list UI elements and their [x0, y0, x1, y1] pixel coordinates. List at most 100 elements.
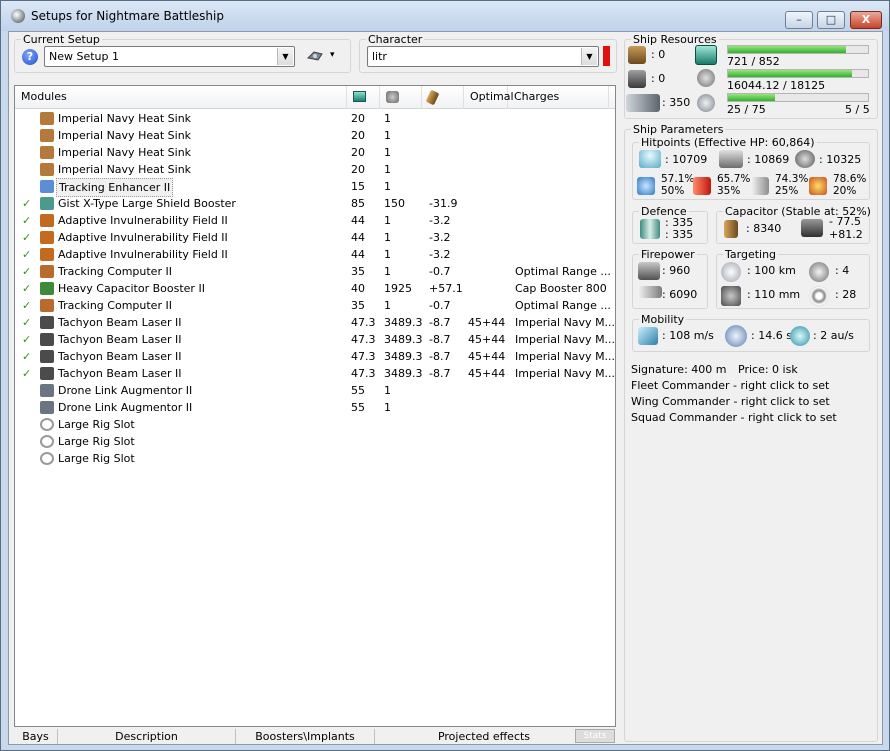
title-bar[interactable]: Setups for Nightmare Battleship – □ X — [1, 1, 889, 31]
header-powergrid[interactable] — [380, 86, 422, 109]
module-row[interactable]: Large Rig Slot — [15, 450, 615, 467]
velocity-value: : 108 m/s — [662, 329, 714, 342]
module-active-check[interactable]: ✓ — [22, 297, 31, 314]
module-row[interactable]: ✓ Heavy Capacitor Booster II 40 1925 +57.1 Ca… — [15, 280, 615, 297]
module-row[interactable]: Large Rig Slot — [15, 416, 615, 433]
drone-bandwidth-bar — [727, 93, 869, 102]
module-active-check[interactable]: ✓ — [22, 263, 31, 280]
module-row[interactable]: Large Rig Slot — [15, 433, 615, 450]
setup-select[interactable]: New Setup 1 ▼ — [44, 46, 295, 67]
module-active-check[interactable]: ✓ — [22, 314, 31, 331]
module-active-check[interactable]: ✓ — [22, 212, 31, 229]
module-active-check[interactable]: ✓ — [22, 280, 31, 297]
module-powergrid: 1 — [384, 129, 391, 142]
minimize-button[interactable]: – — [785, 11, 813, 29]
powergrid-value: 16044.12 / 18125 — [727, 79, 826, 92]
drone-menu-arrow[interactable]: ▾ — [330, 50, 335, 60]
module-row[interactable]: ✓ Tracking Computer II 35 1 -0.7 Optimal Rang… — [15, 263, 615, 280]
invulnerability-field-icon — [40, 214, 54, 227]
scan-resolution-value: : 110 mm — [747, 288, 801, 301]
wing-commander-slot[interactable]: Wing Commander - right click to set — [631, 395, 830, 408]
help-icon[interactable]: ? — [22, 49, 38, 65]
header-optimal[interactable]: Optimal — [464, 86, 514, 109]
module-row[interactable]: Tracking Enhancer II 15 1 — [15, 178, 615, 197]
tab-projected-effects[interactable]: Projected effects — [375, 729, 593, 744]
module-row[interactable]: Imperial Navy Heat Sink 20 1 — [15, 127, 615, 144]
module-row[interactable]: ✓ Adaptive Invulnerability Field II 44 1 -3.… — [15, 246, 615, 263]
rig-slot-icon — [40, 435, 54, 448]
beam-laser-icon — [40, 316, 54, 329]
header-cpu[interactable] — [347, 86, 380, 109]
character-status-indicator — [603, 46, 610, 66]
module-row[interactable]: Imperial Navy Heat Sink 20 1 — [15, 144, 615, 161]
module-row[interactable]: ✓ Tachyon Beam Laser II 47.3 3489.3 -8.7 45+4… — [15, 348, 615, 365]
close-button[interactable]: X — [850, 11, 882, 29]
invulnerability-field-icon — [40, 248, 54, 261]
volley-icon — [638, 262, 660, 280]
module-capacitor: -31.9 — [429, 197, 458, 210]
maximize-button[interactable]: □ — [817, 11, 845, 29]
cpu-value: 721 / 852 — [727, 55, 780, 68]
module-name: Large Rig Slot — [58, 452, 135, 465]
module-name: Adaptive Invulnerability Field II — [58, 248, 228, 261]
header-capacitor[interactable] — [422, 86, 464, 109]
modules-list[interactable]: Modules Optimal Charges Imperial Navy He… — [14, 85, 616, 727]
setup-select-value: New Setup 1 — [49, 50, 120, 63]
module-powergrid: 1 — [384, 248, 391, 261]
targeting-range-icon — [721, 262, 741, 282]
module-row[interactable]: ✓ Tracking Computer II 35 1 -0.7 Optimal Rang… — [15, 297, 615, 314]
armor-hp-icon — [719, 150, 743, 168]
module-name: Tachyon Beam Laser II — [58, 333, 182, 346]
module-row[interactable]: Drone Link Augmentor II 55 1 — [15, 382, 615, 399]
module-powergrid: 3489.3 — [384, 350, 423, 363]
module-capacitor: -0.7 — [429, 265, 451, 278]
module-row[interactable]: ✓ Tachyon Beam Laser II 47.3 3489.3 -8.7 45+4… — [15, 365, 615, 382]
module-powergrid: 1 — [384, 265, 391, 278]
module-name: Tachyon Beam Laser II — [58, 367, 182, 380]
thermal-resist-armor: 35% — [717, 185, 741, 197]
module-row[interactable]: ✓ Tachyon Beam Laser II 47.3 3489.3 -8.7 45+4… — [15, 331, 615, 348]
module-cpu: 20 — [351, 163, 365, 176]
module-active-check[interactable]: ✓ — [22, 331, 31, 348]
drone-setup-button[interactable] — [306, 48, 328, 66]
tab-bays[interactable]: Bays — [14, 729, 58, 744]
fleet-commander-slot[interactable]: Fleet Commander - right click to set — [631, 379, 829, 392]
window: Setups for Nightmare Battleship – □ X Cu… — [0, 0, 890, 751]
module-powergrid: 1 — [384, 299, 391, 312]
module-row[interactable]: Drone Link Augmentor II 55 1 — [15, 399, 615, 416]
module-row[interactable]: ✓ Gist X-Type Large Shield Booster 85 150 -3… — [15, 195, 615, 212]
module-active-check[interactable]: ✓ — [22, 229, 31, 246]
launcher-hardpoint-icon — [628, 70, 646, 88]
module-capacitor: -8.7 — [429, 350, 451, 363]
character-select[interactable]: litr ▼ — [367, 46, 599, 67]
module-row[interactable]: Imperial Navy Heat Sink 20 1 — [15, 110, 615, 127]
module-active-check[interactable]: ✓ — [22, 195, 31, 212]
header-charges[interactable]: Charges — [508, 86, 609, 109]
tab-boosters-implants[interactable]: Boosters\Implants — [236, 729, 375, 744]
module-row[interactable]: ✓ Adaptive Invulnerability Field II 44 1 -3.… — [15, 229, 615, 246]
stats-button[interactable]: Stats — [575, 729, 615, 743]
module-row[interactable]: ✓ Adaptive Invulnerability Field II 44 1 -3.… — [15, 212, 615, 229]
header-modules[interactable]: Modules — [15, 86, 347, 109]
module-row[interactable]: Imperial Navy Heat Sink 20 1 — [15, 161, 615, 178]
module-powergrid: 3489.3 — [384, 367, 423, 380]
module-charges: Optimal Range ... — [515, 299, 611, 312]
module-cpu: 35 — [351, 265, 365, 278]
module-powergrid: 1 — [384, 146, 391, 159]
module-row[interactable]: ✓ Tachyon Beam Laser II 47.3 3489.3 -8.7 45+4… — [15, 314, 615, 331]
module-active-check[interactable]: ✓ — [22, 246, 31, 263]
module-name: Drone Link Augmentor II — [58, 401, 193, 414]
squad-commander-slot[interactable]: Squad Commander - right click to set — [631, 411, 837, 424]
module-active-check[interactable]: ✓ — [22, 365, 31, 382]
kinetic-resist-armor: 25% — [775, 185, 799, 197]
invulnerability-field-icon — [40, 231, 54, 244]
tab-description[interactable]: Description — [58, 729, 236, 744]
drone-icon — [306, 51, 323, 61]
drone-link-icon — [40, 401, 54, 414]
em-resist-shield: 57.1% — [661, 173, 695, 185]
module-capacitor: -3.2 — [429, 214, 451, 227]
beam-laser-icon — [40, 350, 54, 363]
module-cpu: 85 — [351, 197, 365, 210]
module-active-check[interactable]: ✓ — [22, 348, 31, 365]
beam-laser-icon — [40, 367, 54, 380]
